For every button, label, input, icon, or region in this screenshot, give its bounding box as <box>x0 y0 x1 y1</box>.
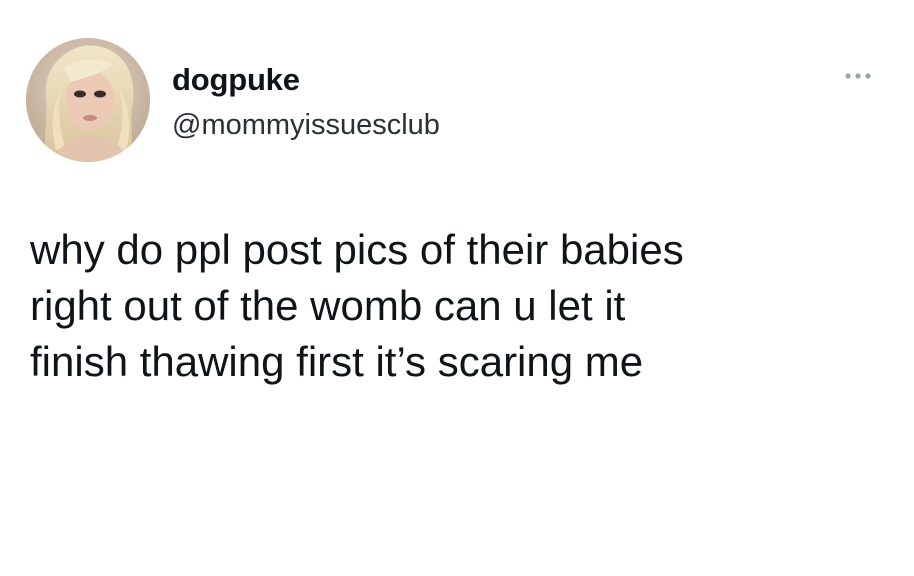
user-handle[interactable]: @mommyissuesclub <box>172 108 440 142</box>
display-name[interactable]: dogpuke <box>172 62 300 98</box>
ellipsis-icon <box>845 73 871 79</box>
profile-photo-icon <box>26 38 150 162</box>
avatar[interactable] <box>26 38 150 162</box>
more-options-button[interactable] <box>838 64 878 88</box>
tweet-card: dogpuke @mommyissuesclub why do ppl post… <box>0 0 914 576</box>
tweet-text: why do ppl post pics of their babies rig… <box>30 226 684 385</box>
